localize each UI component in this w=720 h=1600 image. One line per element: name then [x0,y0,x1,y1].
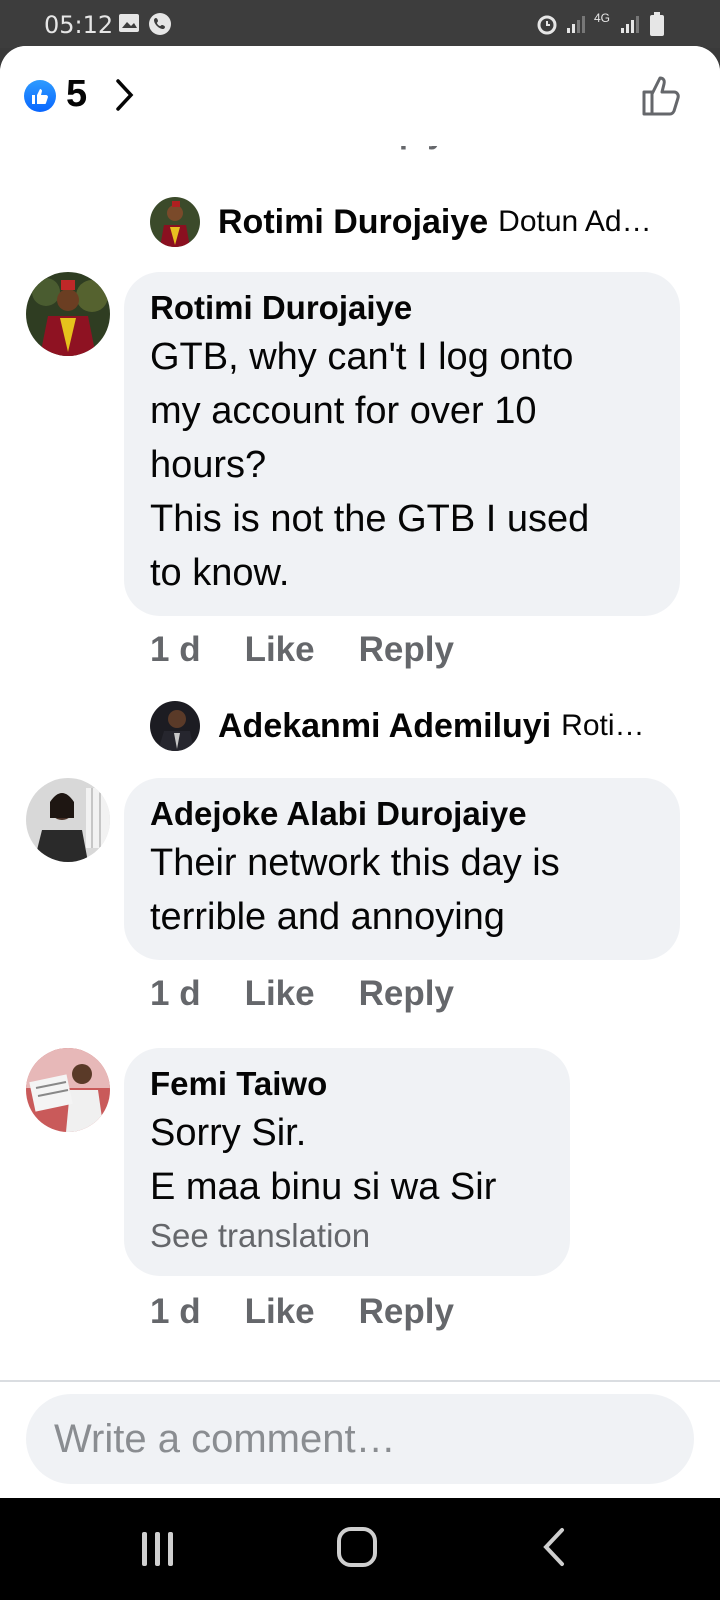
reply-thread-preview[interactable]: Adekanmi Ademiluyi Roti… [150,700,645,752]
reactions-header: 5 [0,46,720,146]
reply-author: Rotimi Durojaiye [218,202,489,241]
navigation-bar [0,1498,720,1600]
signal-icon-1 [567,16,585,33]
network-type: 4G [594,11,611,25]
comment-time: 1 d [150,630,201,669]
status-bar: 05:12 4G [0,0,720,48]
comment-author[interactable]: Adejoke Alabi Durojaiye [150,792,654,836]
battery-icon [650,12,664,36]
like-post-icon[interactable] [640,72,686,118]
comment-time: 1 d [150,1292,201,1331]
like-link[interactable]: Like [245,630,315,670]
reply-thread-preview[interactable]: Rotimi Durojaiye Dotun Ad… [150,196,652,248]
comment-bubble: Femi Taiwo Sorry Sir. E maa binu si wa S… [124,1048,570,1276]
phone-call-icon [149,13,171,35]
signal-icon-2 [621,16,639,33]
comment-actions: 1 d Like Reply [150,974,498,1014]
reply-snippet: Dotun Ad… [498,205,652,238]
chevron-right-icon[interactable] [112,76,136,114]
comment-input[interactable]: Write a comment… [26,1394,694,1484]
comment-bubble: Rotimi Durojaiye GTB, why can't I log on… [124,272,680,616]
like-reaction-icon[interactable] [24,80,56,112]
recent-apps-icon[interactable] [140,1530,176,1568]
comment-actions: 1 d Like Reply [150,630,498,670]
like-link[interactable]: Like [245,1292,315,1332]
alarm-icon [537,15,557,35]
comment-time: 1 d [150,974,201,1013]
avatar [150,701,200,751]
avatar[interactable] [26,1048,110,1132]
reply-snippet: Roti… [561,709,645,742]
comments-sheet: 5 1 d Like Reply Rotimi Durojaiye Dotun … [0,46,720,1498]
home-icon[interactable] [336,1526,378,1568]
see-translation-link[interactable]: See translation [150,1214,544,1258]
back-icon[interactable] [540,1526,568,1568]
avatar [150,197,200,247]
composer-divider [0,1380,720,1382]
comment-text: GTB, why can't I log onto my account for… [150,336,590,594]
avatar[interactable] [26,778,110,862]
comment-author[interactable]: Femi Taiwo [150,1062,544,1106]
comment-actions: 1 d Like Reply [150,1292,498,1332]
avatar[interactable] [26,272,110,356]
status-time: 05:12 [44,11,114,39]
comment-bubble: Adejoke Alabi Durojaiye Their network th… [124,778,680,960]
reply-link[interactable]: Reply [359,630,454,670]
reaction-count[interactable]: 5 [66,73,87,116]
like-link[interactable]: Like [245,974,315,1014]
gallery-icon [119,14,139,32]
comment-text: Their network this day is terrible and a… [150,842,560,938]
reply-author: Adekanmi Ademiluyi [218,706,552,745]
comment-author[interactable]: Rotimi Durojaiye [150,286,654,330]
reply-link[interactable]: Reply [359,974,454,1014]
comment-text: Sorry Sir. E maa binu si wa Sir [150,1112,497,1208]
reply-link[interactable]: Reply [359,1292,454,1332]
